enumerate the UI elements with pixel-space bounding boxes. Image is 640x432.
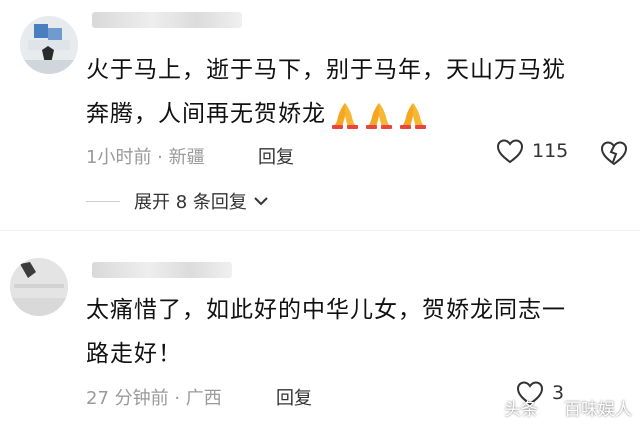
comment-text-line: 太痛惜了，如此好的中华儿女，贺娇龙同志一 bbox=[86, 297, 566, 323]
watermark: 头条 百味娱人 bbox=[504, 395, 632, 420]
watermark-prefix: 头条 bbox=[504, 400, 538, 420]
avatar[interactable] bbox=[10, 258, 68, 316]
comment-text: 太痛惜了，如此好的中华儿女，贺娇龙同志一 路走好！ bbox=[86, 288, 622, 376]
comment-text-line-2: 路走好！ bbox=[86, 341, 182, 367]
comment-meta: 27 分钟前 · 广西 bbox=[86, 388, 222, 409]
reply-button[interactable]: 回复 bbox=[276, 384, 312, 410]
avatar-image bbox=[10, 258, 68, 316]
username[interactable] bbox=[92, 262, 232, 278]
comment-item: 太痛惜了，如此好的中华儿女，贺娇龙同志一 路走好！ 27 分钟前 · 广西 回复… bbox=[0, 0, 640, 432]
at-icon bbox=[542, 398, 560, 417]
watermark-name: 百味娱人 bbox=[564, 400, 632, 420]
